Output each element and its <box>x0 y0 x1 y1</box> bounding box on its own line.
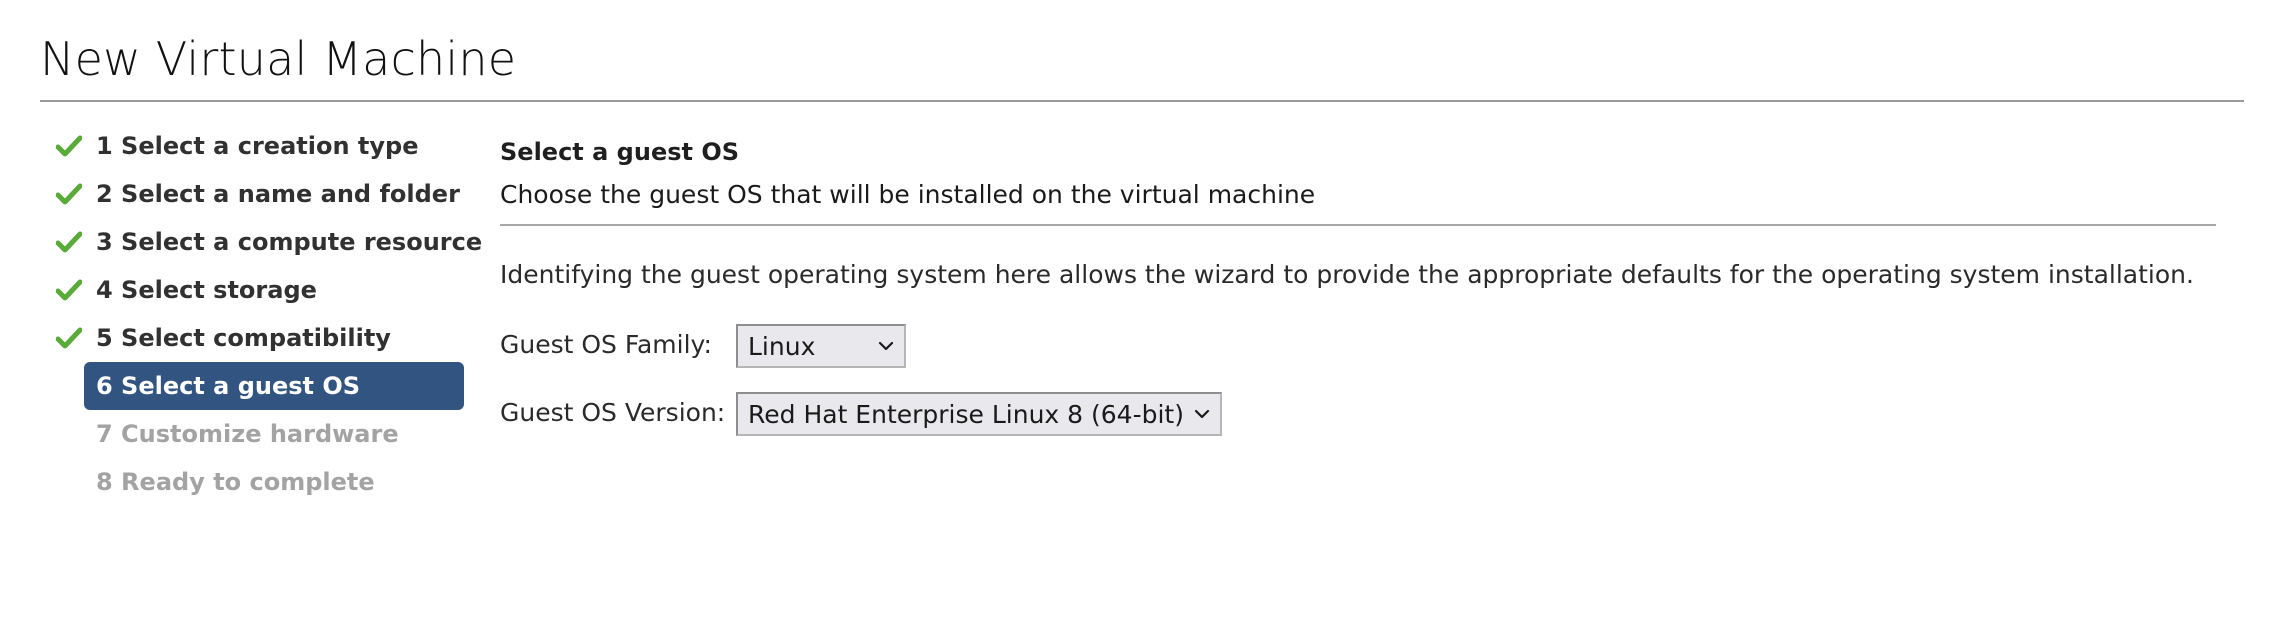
guest-os-family-select[interactable]: Linux <box>736 324 906 368</box>
section-description: Identifying the guest operating system h… <box>500 260 2194 289</box>
step-select-name-folder[interactable]: 2 Select a name and folder <box>52 170 464 218</box>
guest-os-version-select[interactable]: Red Hat Enterprise Linux 8 (64-bit) <box>736 392 1222 436</box>
step-label: 1 Select a creation type <box>96 132 419 160</box>
step-label: 6 Select a guest OS <box>96 372 361 400</box>
chevron-down-icon <box>878 341 894 351</box>
wizard-title: New Virtual Machine <box>40 32 517 86</box>
check-icon <box>56 231 82 253</box>
section-heading: Select a guest OS <box>500 138 740 166</box>
section-divider <box>500 224 2216 226</box>
wizard-steps-nav: 1 Select a creation type 2 Select a name… <box>52 122 482 506</box>
step-select-guest-os[interactable]: 6 Select a guest OS <box>84 362 464 410</box>
guest-os-family-value: Linux <box>748 331 816 361</box>
guest-os-version-value: Red Hat Enterprise Linux 8 (64-bit) <box>748 399 1184 429</box>
check-icon <box>56 327 82 349</box>
step-select-storage[interactable]: 4 Select storage <box>52 266 464 314</box>
step-label: 4 Select storage <box>96 276 317 304</box>
new-vm-wizard: New Virtual Machine 1 Select a creation … <box>0 0 2282 632</box>
title-divider <box>40 100 2244 102</box>
step-ready-to-complete[interactable]: 8 Ready to complete <box>52 458 464 506</box>
check-icon <box>56 135 82 157</box>
step-label: 3 Select a compute resource <box>96 228 483 256</box>
step-select-compute-resource[interactable]: 3 Select a compute resource <box>52 218 482 266</box>
step-label: 2 Select a name and folder <box>96 180 460 208</box>
check-icon <box>56 279 82 301</box>
step-select-creation-type[interactable]: 1 Select a creation type <box>52 122 464 170</box>
step-label: 7 Customize hardware <box>96 420 399 448</box>
check-icon <box>56 183 82 205</box>
step-select-compatibility[interactable]: 5 Select compatibility <box>52 314 464 362</box>
chevron-down-icon <box>1194 409 1210 419</box>
guest-os-version-label: Guest OS Version: <box>500 398 726 427</box>
guest-os-family-label: Guest OS Family: <box>500 330 712 359</box>
step-customize-hardware[interactable]: 7 Customize hardware <box>52 410 464 458</box>
step-label: 5 Select compatibility <box>96 324 391 352</box>
step-label: 8 Ready to complete <box>96 468 375 496</box>
section-subheading: Choose the guest OS that will be install… <box>500 180 1316 209</box>
